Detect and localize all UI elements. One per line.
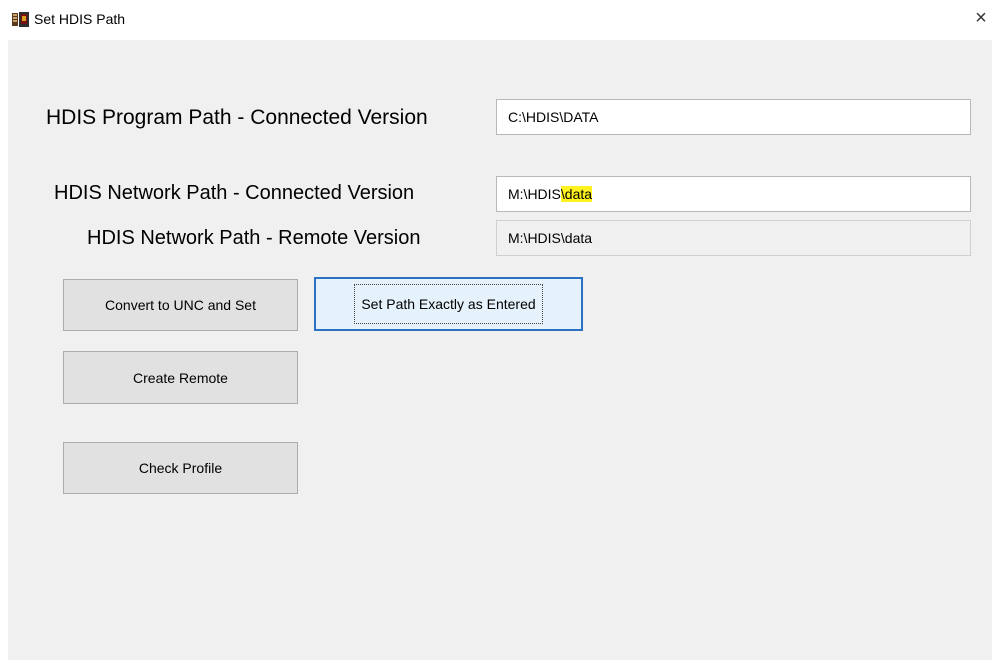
set-path-exactly-button[interactable]: Set Path Exactly as Entered <box>314 277 583 331</box>
dialog-body: HDIS Program Path - Connected Version C:… <box>8 40 992 660</box>
program-path-connected-label: HDIS Program Path - Connected Version <box>46 106 428 129</box>
title-bar: Set HDIS Path × <box>0 0 992 40</box>
network-path-remote-label: HDIS Network Path - Remote Version <box>87 227 421 249</box>
set-path-exactly-label: Set Path Exactly as Entered <box>354 284 543 324</box>
network-path-connected-value-highlight: \data <box>560 186 593 202</box>
network-path-connected-field[interactable]: M:\HDIS\data <box>496 176 971 212</box>
hdis-app-icon <box>12 11 30 28</box>
network-path-remote-field: M:\HDIS\data <box>496 220 971 256</box>
convert-to-unc-button[interactable]: Convert to UNC and Set <box>63 279 298 331</box>
program-path-connected-field[interactable]: C:\HDIS\DATA <box>496 99 971 135</box>
close-icon[interactable]: × <box>970 6 992 30</box>
network-path-connected-value-prefix: M:\HDIS <box>508 186 561 202</box>
check-profile-button[interactable]: Check Profile <box>63 442 298 494</box>
window-title: Set HDIS Path <box>34 11 126 27</box>
create-remote-button[interactable]: Create Remote <box>63 351 298 404</box>
network-path-connected-label: HDIS Network Path - Connected Version <box>54 182 415 204</box>
